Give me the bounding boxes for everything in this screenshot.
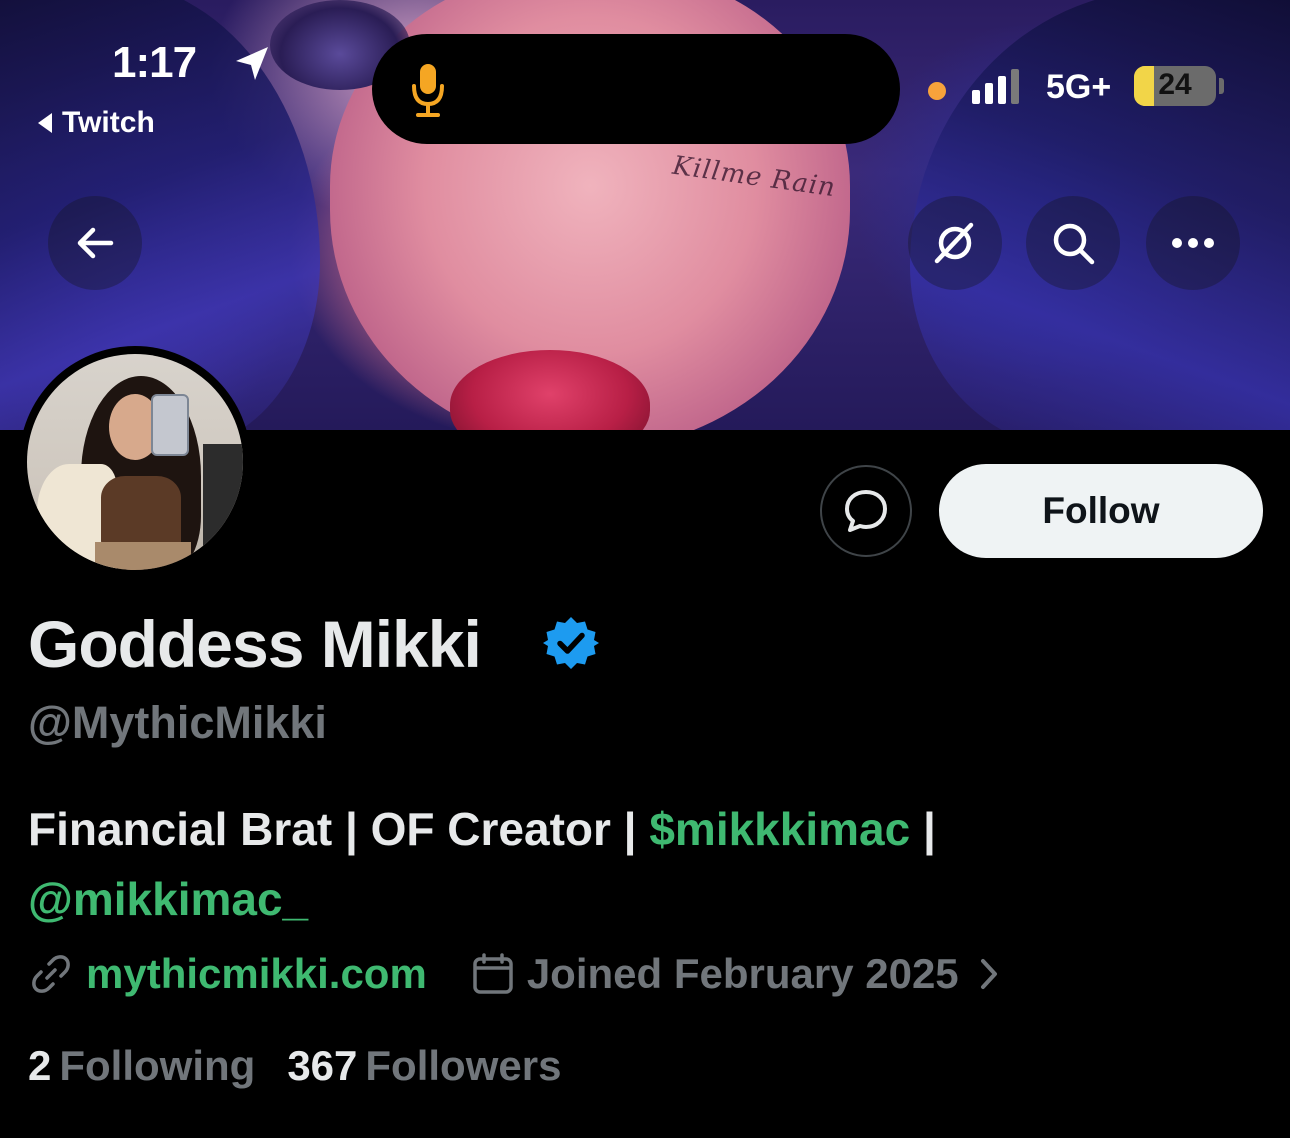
avatar-photo (27, 354, 243, 570)
grok-button[interactable] (908, 196, 1002, 290)
back-button[interactable] (48, 196, 142, 290)
mic-icon (412, 64, 444, 117)
grok-icon (934, 222, 974, 264)
message-button[interactable] (820, 465, 912, 557)
more-button[interactable] (1146, 196, 1240, 290)
back-arrow-icon (77, 227, 114, 259)
profile-meta: mythicmikki.com Joined February 2025 (28, 950, 1001, 998)
following-stat[interactable]: 2 Following (28, 1042, 255, 1090)
profile-bio: Financial Brat | OF Creator | $mikkkimac… (28, 794, 1228, 934)
battery-level: 24 (1158, 68, 1192, 101)
link-icon (32, 955, 70, 993)
website-link[interactable]: mythicmikki.com (86, 950, 427, 998)
following-label: Following (59, 1042, 256, 1089)
profile-handle: @MythicMikki (28, 697, 327, 748)
location-arrow-icon (236, 47, 268, 80)
search-icon (1053, 223, 1095, 265)
battery-icon: 24 (1134, 66, 1216, 106)
joined-date[interactable]: Joined February 2025 (527, 950, 959, 998)
status-time: 1:17 (112, 38, 197, 87)
bio-mention-link[interactable]: @mikkimac_ (28, 873, 308, 925)
followers-count: 367 (287, 1042, 358, 1089)
bio-separator: | (910, 803, 936, 855)
verified-badge-icon[interactable] (542, 614, 600, 672)
bio-text: Financial Brat | OF Creator | (28, 803, 650, 855)
battery-cap (1219, 78, 1224, 94)
more-icon (1172, 238, 1214, 248)
privacy-dot-icon (928, 82, 946, 100)
message-bubble-icon (845, 490, 887, 532)
avatar-photo-phone (151, 394, 189, 456)
calendar-icon (473, 953, 513, 994)
back-app-label: Twitch (62, 106, 155, 139)
followers-stat[interactable]: 367 Followers (287, 1042, 561, 1090)
bio-cashtag-link[interactable]: $mikkkimac (649, 803, 910, 855)
avatar-photo-top (101, 476, 181, 548)
signal-icon (972, 68, 1019, 104)
chevron-right-icon[interactable] (977, 956, 1001, 992)
follow-button[interactable]: Follow (939, 464, 1263, 558)
back-to-app-link[interactable]: Twitch (38, 106, 155, 140)
dynamic-island[interactable] (372, 34, 900, 144)
avatar-photo-skirt (95, 542, 191, 570)
network-label: 5G+ (1046, 68, 1112, 106)
display-name: Goddess Mikki (28, 607, 482, 681)
followers-label: Followers (365, 1042, 562, 1089)
search-button[interactable] (1026, 196, 1120, 290)
avatar[interactable] (19, 346, 251, 578)
profile-stats: 2 Following 367 Followers (28, 1042, 561, 1090)
avatar-photo-background (203, 444, 243, 570)
following-count: 2 (28, 1042, 52, 1089)
back-triangle-icon (38, 113, 52, 133)
